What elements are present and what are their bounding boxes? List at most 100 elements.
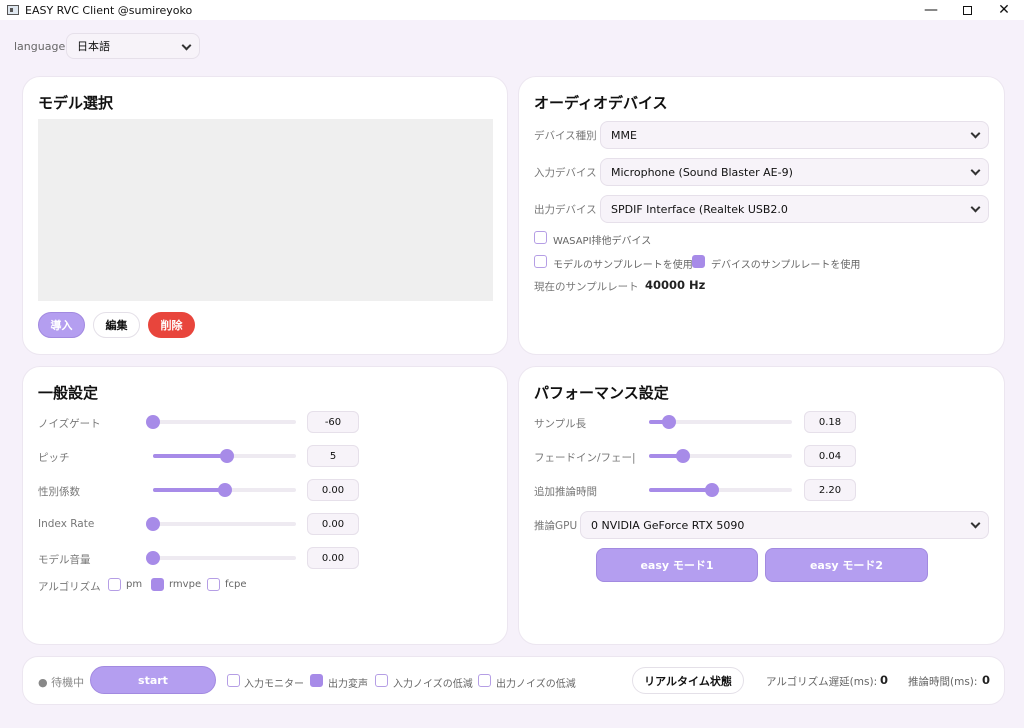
output-device-value: SPDIF Interface (Realtek USB2.0 [611,202,788,216]
slider-value-input[interactable]: 0.04 [804,445,856,467]
input-noise-label: 入力ノイズの低減 [393,679,473,690]
performance-title: パフォーマンス設定 [534,384,669,402]
slider[interactable] [649,449,792,463]
slider-label: ノイズゲート [38,418,101,430]
input-device-label: 入力デバイス [534,167,597,179]
model-list-area[interactable] [38,119,493,301]
slider[interactable] [146,551,296,565]
gpu-value: 0 NVIDIA GeForce RTX 5090 [591,518,745,532]
chevron-down-icon [970,202,981,213]
slider-label: ピッチ [38,452,70,464]
algorithm-checkbox-rmvpe[interactable] [151,578,164,591]
algorithm-checkbox-fcpe[interactable] [207,578,220,591]
output-convert-checkbox[interactable] [310,674,323,687]
output-noise-checkbox[interactable] [478,674,491,687]
algorithm-label-rmvpe: rmvpe [169,579,202,590]
general-card [22,366,508,645]
slider-value-input[interactable]: 5 [307,445,359,467]
status-label: ● 待機中 [38,676,85,689]
slider-label: 追加推論時間 [534,486,597,498]
infer-time-label: 推論時間(ms): [908,676,978,688]
slider[interactable] [649,483,792,497]
slider-label: モデル音量 [38,554,91,566]
gpu-select[interactable]: 0 NVIDIA GeForce RTX 5090 [580,511,989,539]
slider-handle[interactable] [146,551,160,565]
slider-value-input[interactable]: -60 [307,411,359,433]
title-bar: EASY RVC Client @sumireyoko — ✕ [0,0,1024,20]
slider-handle[interactable] [704,483,719,497]
slider-label: サンプル長 [534,418,587,430]
input-noise-checkbox[interactable] [375,674,388,687]
current-samplerate-value: 40000 Hz [645,278,706,292]
slider-label: フェードイン/フェー| [534,452,636,464]
output-device-select[interactable]: SPDIF Interface (Realtek USB2.0 [600,195,989,223]
output-device-label: 出力デバイス [534,204,597,216]
window-title: EASY RVC Client @sumireyoko [25,3,193,17]
algorithm-checkbox-pm[interactable] [108,578,121,591]
slider-fill [153,488,225,492]
output-noise-label: 出力ノイズの低減 [496,679,576,690]
algo-delay-value: 0 [880,673,889,687]
device-type-select[interactable]: MME [600,121,989,149]
wasapi-checkbox[interactable] [534,231,547,244]
output-convert-label: 出力変声 [328,679,368,690]
start-button[interactable]: start [90,666,216,694]
slider-fill [649,488,712,492]
algorithm-label-fcpe: fcpe [225,579,247,590]
model-samplerate-label: モデルのサンプルレートを使用 [553,260,693,271]
slider-fill [153,454,228,458]
algorithm-label: アルゴリズム [38,581,101,593]
chevron-down-icon [970,518,981,529]
slider-label: Index Rate [38,518,95,530]
device-type-label: デバイス種別 [534,130,597,142]
slider-value-input[interactable]: 2.20 [804,479,856,501]
realtime-status-button[interactable]: リアルタイム状態 [632,667,744,694]
device-samplerate-label: デバイスのサンプルレートを使用 [711,260,861,271]
slider-handle[interactable] [217,483,232,497]
slider-handle[interactable] [662,415,677,429]
delete-button[interactable]: 削除 [148,312,195,338]
performance-card [518,366,1005,645]
device-samplerate-checkbox[interactable] [692,255,705,268]
slider[interactable] [153,483,296,497]
slider-value-input[interactable]: 0.00 [307,547,359,569]
input-device-value: Microphone (Sound Blaster AE-9) [611,165,793,179]
slider[interactable] [153,449,296,463]
minimize-icon[interactable]: — [913,0,949,20]
app-icon [7,5,19,15]
edit-button[interactable]: 編集 [93,312,140,338]
close-icon[interactable]: ✕ [986,0,1022,20]
wasapi-label: WASAPI排他デバイス [553,236,652,247]
algorithm-label-pm: pm [126,579,143,590]
chevron-down-icon [970,128,981,139]
input-device-select[interactable]: Microphone (Sound Blaster AE-9) [600,158,989,186]
language-label: language [14,40,66,53]
infer-time-value: 0 [982,673,991,687]
audio-title: オーディオデバイス [534,94,668,112]
import-button[interactable]: 導入 [38,312,85,338]
slider[interactable] [146,517,296,531]
language-select[interactable]: 日本語 [66,33,200,59]
slider-value-input[interactable]: 0.00 [307,479,359,501]
model-samplerate-checkbox[interactable] [534,255,547,268]
slider-value-input[interactable]: 0.00 [307,513,359,535]
current-samplerate-label: 現在のサンプルレート [534,281,639,293]
chevron-down-icon [970,165,981,176]
slider-handle[interactable] [146,517,160,531]
easy-mode1-button[interactable]: easy モード1 [596,548,758,582]
easy-mode2-button[interactable]: easy モード2 [765,548,928,582]
maximize-icon[interactable] [949,0,985,20]
language-value: 日本語 [77,40,110,53]
gpu-label: 推論GPU [534,520,578,532]
slider-label: 性別係数 [38,486,80,498]
input-monitor-checkbox[interactable] [227,674,240,687]
device-type-value: MME [611,128,637,142]
chevron-down-icon [181,40,192,51]
slider-value-input[interactable]: 0.18 [804,411,856,433]
input-monitor-label: 入力モニター [244,679,304,690]
general-title: 一般設定 [38,384,99,402]
slider-handle[interactable] [146,415,160,429]
slider[interactable] [649,415,792,429]
slider[interactable] [146,415,296,429]
model-title: モデル選択 [38,94,114,112]
